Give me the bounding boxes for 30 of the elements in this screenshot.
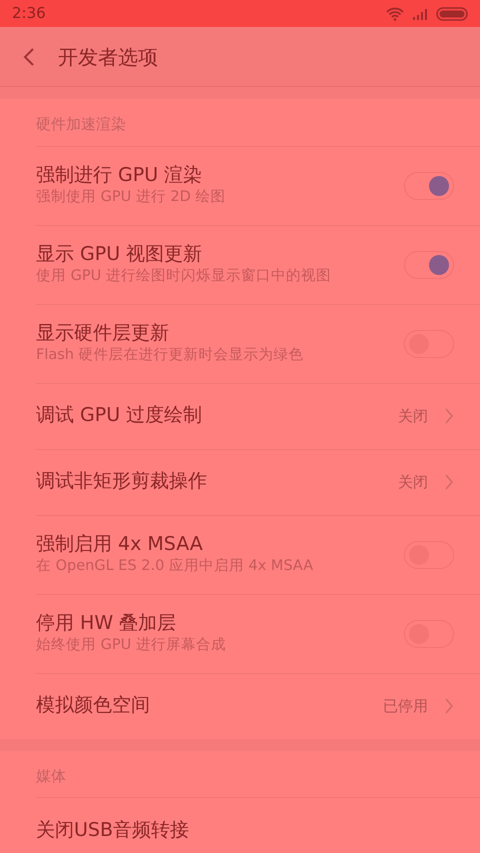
setting-title: 显示 GPU 视图更新 (36, 243, 204, 267)
setting-description: 使用 GPU 进行绘图时闪烁显示窗口中的视图 (36, 266, 331, 286)
toggle-switch[interactable] (404, 172, 454, 200)
signal-icon (412, 8, 428, 20)
wifi-icon (386, 6, 404, 20)
chevron-right-icon (444, 473, 454, 491)
setting-title: 关闭USB音频转接 (36, 818, 190, 842)
setting-description: 强制使用 GPU 进行 2D 绘图 (36, 188, 226, 207)
setting-value: 已停用 (383, 696, 428, 717)
chevron-right-icon (444, 407, 454, 425)
section-header: 硬件加速渲染 (35, 114, 127, 135)
setting-description: Flash 硬件层在进行更新时会显示为绿色 (36, 346, 304, 365)
page-title: 开发者选项 (58, 44, 158, 70)
setting-value: 关闭 (398, 472, 428, 493)
setting-description: 始终使用 GPU 进行屏幕合成 (36, 636, 226, 655)
setting-title: 停用 HW 叠加层 (36, 612, 178, 636)
section-header: 媒体 (35, 766, 67, 786)
setting-title: 强制进行 GPU 渲染 (36, 164, 204, 188)
toggle-switch[interactable] (404, 250, 454, 278)
setting-title: 模拟颜色空间 (36, 694, 150, 718)
setting-title: 调试 GPU 过度绘制 (36, 404, 202, 428)
chevron-right-icon (444, 697, 454, 715)
setting-title: 显示硬件层更新 (36, 322, 170, 346)
setting-description: 在 OpenGL ES 2.0 应用中启用 4x MSAA (36, 556, 314, 576)
back-icon[interactable] (22, 46, 36, 66)
setting-value: 关闭 (398, 406, 428, 427)
setting-title: 调试非矩形剪裁操作 (36, 470, 207, 494)
battery-icon (436, 6, 468, 20)
status-time: 2:36 (12, 3, 46, 24)
setting-title: 强制启用 4x MSAA (36, 533, 204, 557)
